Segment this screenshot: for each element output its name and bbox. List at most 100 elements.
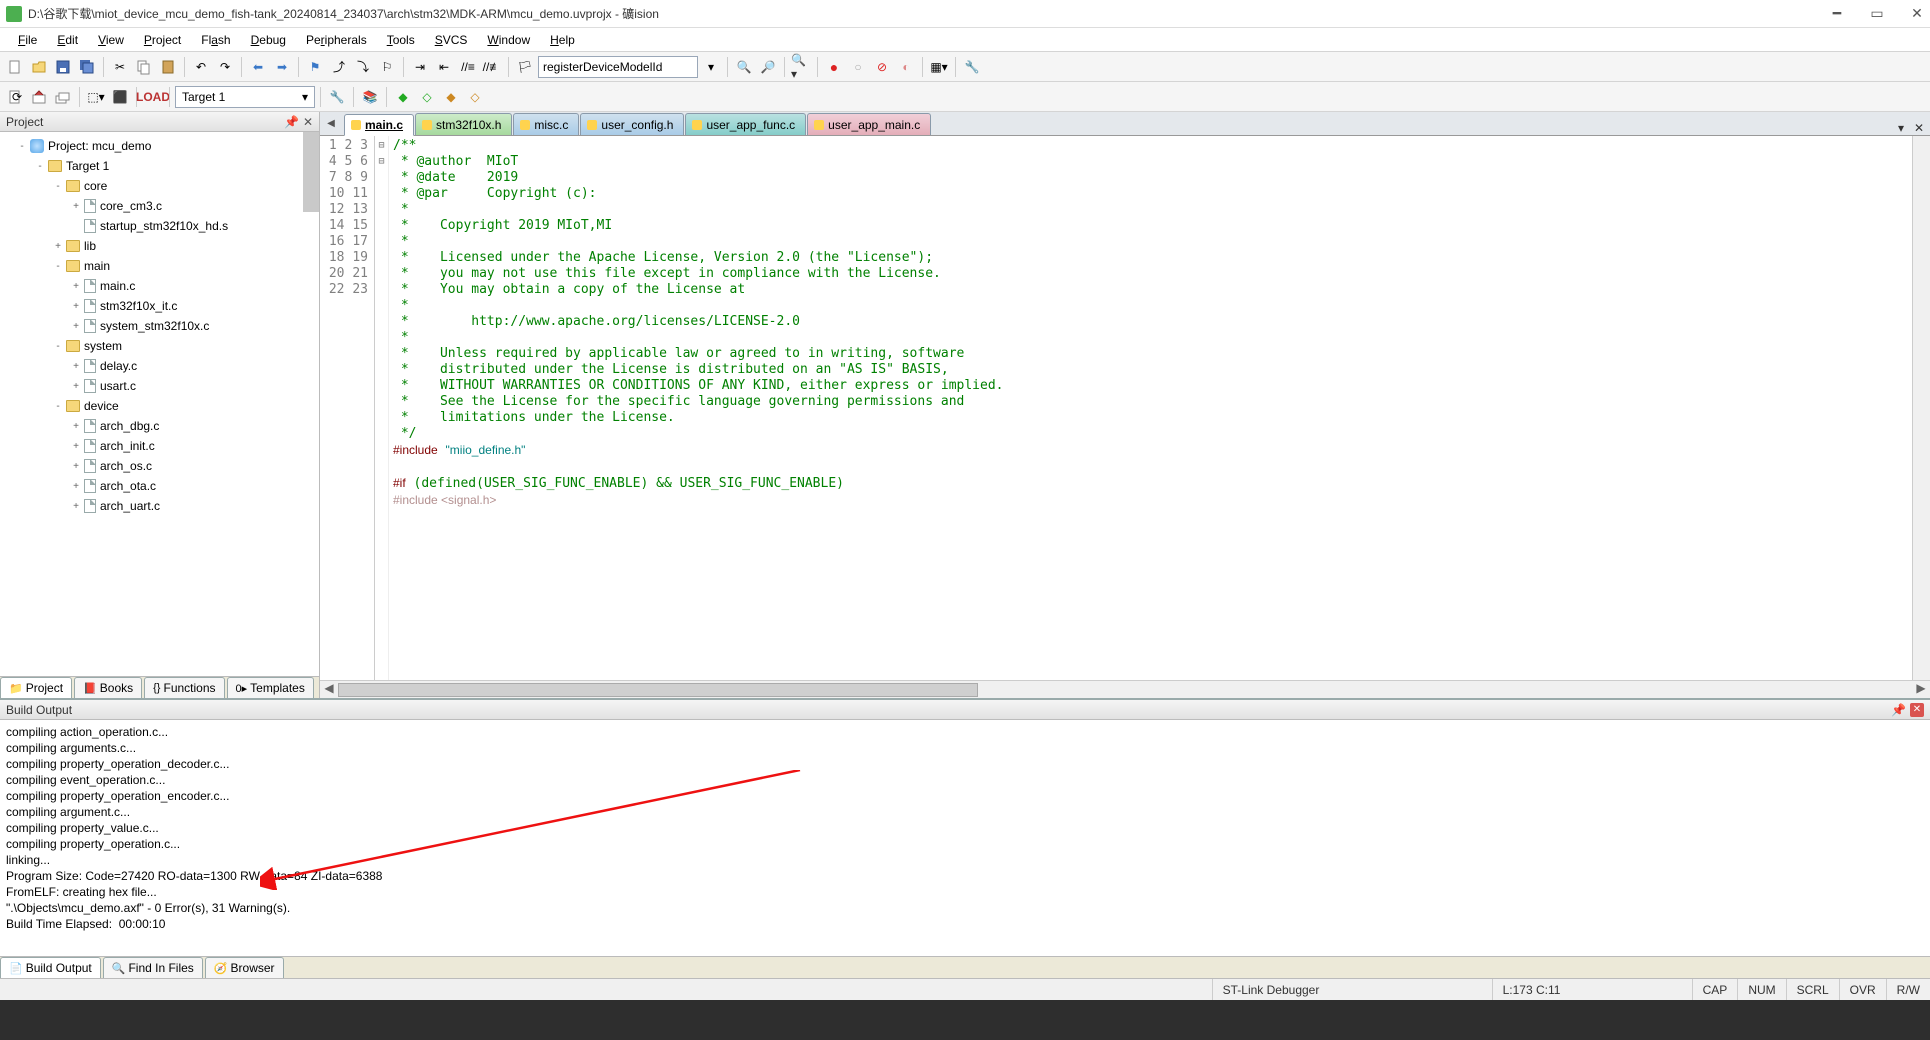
uncomment-icon[interactable]: //≢ [481,56,503,78]
select-packs-icon[interactable]: ◇ [416,86,438,108]
close-button[interactable]: ✕ [1910,7,1924,21]
editor-tab[interactable]: user_config.h [580,113,684,135]
menu-svcs[interactable]: SVCS [425,31,478,49]
tree-item[interactable]: -Target 1 [2,156,317,176]
tab-browser[interactable]: 🧭 Browser [205,957,284,978]
tree-item[interactable]: -device [2,396,317,416]
tree-item[interactable]: -main [2,256,317,276]
translate-icon[interactable]: ⟳ [4,86,26,108]
pack-installer-icon[interactable]: ◆ [440,86,462,108]
menu-edit[interactable]: Edit [47,31,88,49]
bookmark-clear-icon[interactable]: ⚐ [376,56,398,78]
redo-icon[interactable]: ↷ [214,56,236,78]
tab-find-in-files[interactable]: 🔍 Find In Files [103,957,203,978]
fold-column[interactable]: ⊟ ⊟ [375,136,389,680]
bookmark-prev-icon[interactable]: ⤴ [328,56,350,78]
code-text[interactable]: /** * @author MIoT * @date 2019 * @par C… [389,136,1912,680]
comment-icon[interactable]: //≡ [457,56,479,78]
menu-peripherals[interactable]: Peripherals [296,31,377,49]
menu-file[interactable]: File [8,31,47,49]
tree-item[interactable]: +lib [2,236,317,256]
breakpoint-kill-icon[interactable]: ⊘ [871,56,893,78]
project-tree[interactable]: -Project: mcu_demo-Target 1-core+core_cm… [0,132,319,676]
close-pane-icon[interactable]: ✕ [303,115,313,129]
bookmark-next-icon[interactable]: ⤵ [352,56,374,78]
window-layout-icon[interactable]: ▦▾ [928,56,950,78]
manage-books-icon[interactable]: 📚 [359,86,381,108]
tree-item[interactable]: +arch_ota.c [2,476,317,496]
open-file-icon[interactable] [28,56,50,78]
manage-rtE-icon[interactable]: ◇ [464,86,486,108]
target-selector[interactable]: Target 1 ▾ [175,86,315,108]
outdent-icon[interactable]: ⇤ [433,56,455,78]
pin-icon[interactable]: 📌 [284,115,299,129]
download-icon[interactable]: LOAD [142,86,164,108]
menu-project[interactable]: Project [134,31,191,49]
build-close-icon[interactable]: ✕ [1910,703,1924,717]
cut-icon[interactable]: ✂ [109,56,131,78]
rebuild-icon[interactable] [52,86,74,108]
incremental-find-icon[interactable]: 🔎 [757,56,779,78]
breakpoint-enable-all-icon[interactable]: ◐ [895,56,917,78]
tree-item[interactable]: +arch_init.c [2,436,317,456]
breakpoint-icon[interactable]: ● [823,56,845,78]
tree-item[interactable]: +core_cm3.c [2,196,317,216]
tab-books[interactable]: 📕 Books [74,677,142,698]
save-icon[interactable] [52,56,74,78]
manage-components-icon[interactable]: ◆ [392,86,414,108]
tree-item[interactable]: +arch_os.c [2,456,317,476]
menu-view[interactable]: View [88,31,134,49]
tabs-dropdown-icon[interactable]: ▾ [1894,121,1908,135]
copy-icon[interactable] [133,56,155,78]
configure-icon[interactable]: 🔧 [961,56,983,78]
find-in-files-icon[interactable]: 🔍 [733,56,755,78]
hscroll-thumb[interactable] [338,683,978,697]
find-input[interactable] [538,56,698,78]
tabs-nav-left-icon[interactable]: ◀ [324,116,338,130]
menu-flash[interactable]: Flash [191,31,240,49]
tab-functions[interactable]: {} Functions [144,677,224,698]
editor-vscrollbar[interactable] [1912,136,1930,680]
undo-icon[interactable]: ↶ [190,56,212,78]
minimize-button[interactable]: ━ [1830,7,1844,21]
tab-templates[interactable]: 0▸ Templates [227,677,314,698]
tree-item[interactable]: -Project: mcu_demo [2,136,317,156]
stop-build-icon[interactable]: ⬛ [109,86,131,108]
menu-window[interactable]: Window [477,31,540,49]
editor-hscrollbar[interactable]: ◀ ▶ [320,680,1930,698]
build-icon[interactable] [28,86,50,108]
editor-tab[interactable]: main.c [344,114,414,136]
find-icon[interactable]: 🏳 [514,56,536,78]
menu-help[interactable]: Help [540,31,585,49]
menu-tools[interactable]: Tools [377,31,425,49]
editor-tab[interactable]: user_app_func.c [685,113,806,135]
tree-item[interactable]: +delay.c [2,356,317,376]
find-dropdown-icon[interactable]: ▾ [700,56,722,78]
tabs-close-icon[interactable]: ✕ [1912,121,1926,135]
debug-session-icon[interactable]: 🔍▾ [790,56,812,78]
editor-tab[interactable]: misc.c [513,113,579,135]
options-icon[interactable]: 🔧 [326,86,348,108]
tab-project[interactable]: 📁 Project [0,677,72,698]
save-all-icon[interactable] [76,56,98,78]
tree-item[interactable]: startup_stm32f10x_hd.s [2,216,317,236]
breakpoint-disable-icon[interactable]: ○ [847,56,869,78]
editor-tab[interactable]: user_app_main.c [807,113,931,135]
editor-tab[interactable]: stm32f10x.h [415,113,512,135]
tree-item[interactable]: +system_stm32f10x.c [2,316,317,336]
tree-item[interactable]: +main.c [2,276,317,296]
windows-taskbar[interactable] [0,1000,1930,1040]
build-pin-icon[interactable]: 📌 [1891,703,1906,717]
nav-fwd-icon[interactable]: ➡ [271,56,293,78]
indent-icon[interactable]: ⇥ [409,56,431,78]
nav-back-icon[interactable]: ⬅ [247,56,269,78]
code-area[interactable]: 1 2 3 4 5 6 7 8 9 10 11 12 13 14 15 16 1… [320,136,1930,680]
maximize-button[interactable]: ▭ [1870,7,1884,21]
build-output-text[interactable]: compiling action_operation.c... compilin… [0,720,1930,956]
new-file-icon[interactable] [4,56,26,78]
batch-build-icon[interactable]: ⬚▾ [85,86,107,108]
bookmark-icon[interactable]: ⚑ [304,56,326,78]
menu-debug[interactable]: Debug [241,31,296,49]
tree-item[interactable]: +arch_uart.c [2,496,317,516]
tree-item[interactable]: +usart.c [2,376,317,396]
